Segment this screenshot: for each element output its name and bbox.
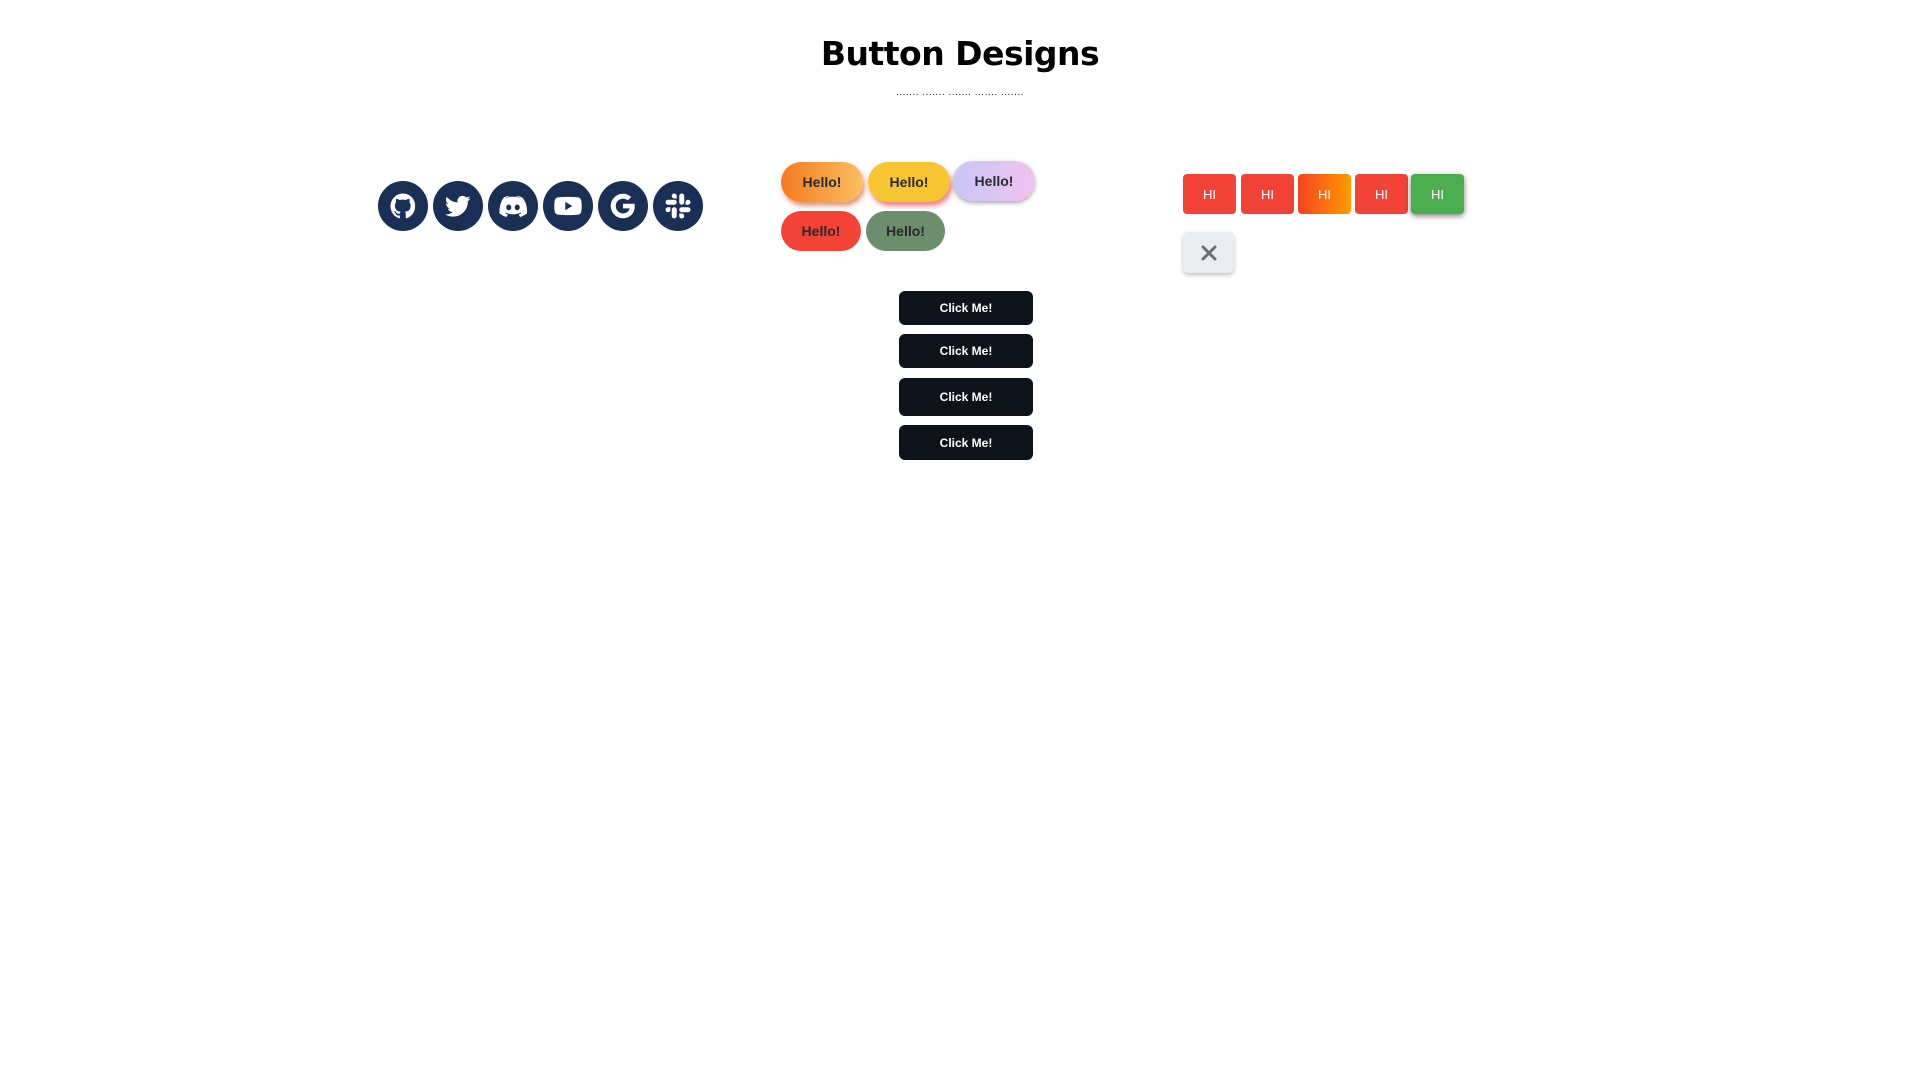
slack-button[interactable] (653, 181, 703, 231)
social-buttons (378, 181, 703, 231)
click-me-button-4[interactable]: Click Me! (899, 425, 1033, 460)
hello-button-lavender[interactable]: Hello! (953, 161, 1035, 201)
hello-button-green[interactable]: Hello! (866, 211, 945, 251)
page: Button Designs ....... ....... ....... .… (0, 0, 1920, 1080)
click-me-button-2[interactable]: Click Me! (899, 334, 1033, 368)
youtube-icon (554, 196, 582, 216)
github-button[interactable] (378, 181, 428, 231)
twitter-button[interactable] (433, 181, 483, 231)
google-icon (610, 193, 635, 219)
close-icon (1201, 245, 1216, 260)
close-button[interactable] (1183, 232, 1234, 273)
hello-button-orange[interactable]: Hello! (781, 162, 863, 202)
click-me-button-3[interactable]: Click Me! (899, 378, 1033, 416)
click-me-button-1[interactable]: Click Me! (899, 291, 1033, 325)
discord-icon (499, 195, 528, 217)
hi-button-2[interactable]: HI (1241, 174, 1294, 214)
hi-button-4[interactable]: HI (1355, 174, 1408, 214)
github-icon (390, 193, 416, 219)
hi-button-5[interactable]: HI (1411, 174, 1464, 214)
hi-button-1[interactable]: HI (1183, 174, 1236, 214)
discord-button[interactable] (488, 181, 538, 231)
youtube-button[interactable] (543, 181, 593, 231)
google-button[interactable] (598, 181, 648, 231)
hello-button-red[interactable]: Hello! (781, 211, 861, 251)
hi-button-3[interactable]: HI (1298, 174, 1351, 214)
page-title: Button Designs (820, 34, 1100, 73)
title-underline-dots: ....... ....... ....... ....... ....... (896, 87, 1024, 98)
hello-button-yellow[interactable]: Hello! (868, 162, 950, 202)
slack-icon (665, 193, 691, 219)
twitter-icon (445, 195, 471, 217)
